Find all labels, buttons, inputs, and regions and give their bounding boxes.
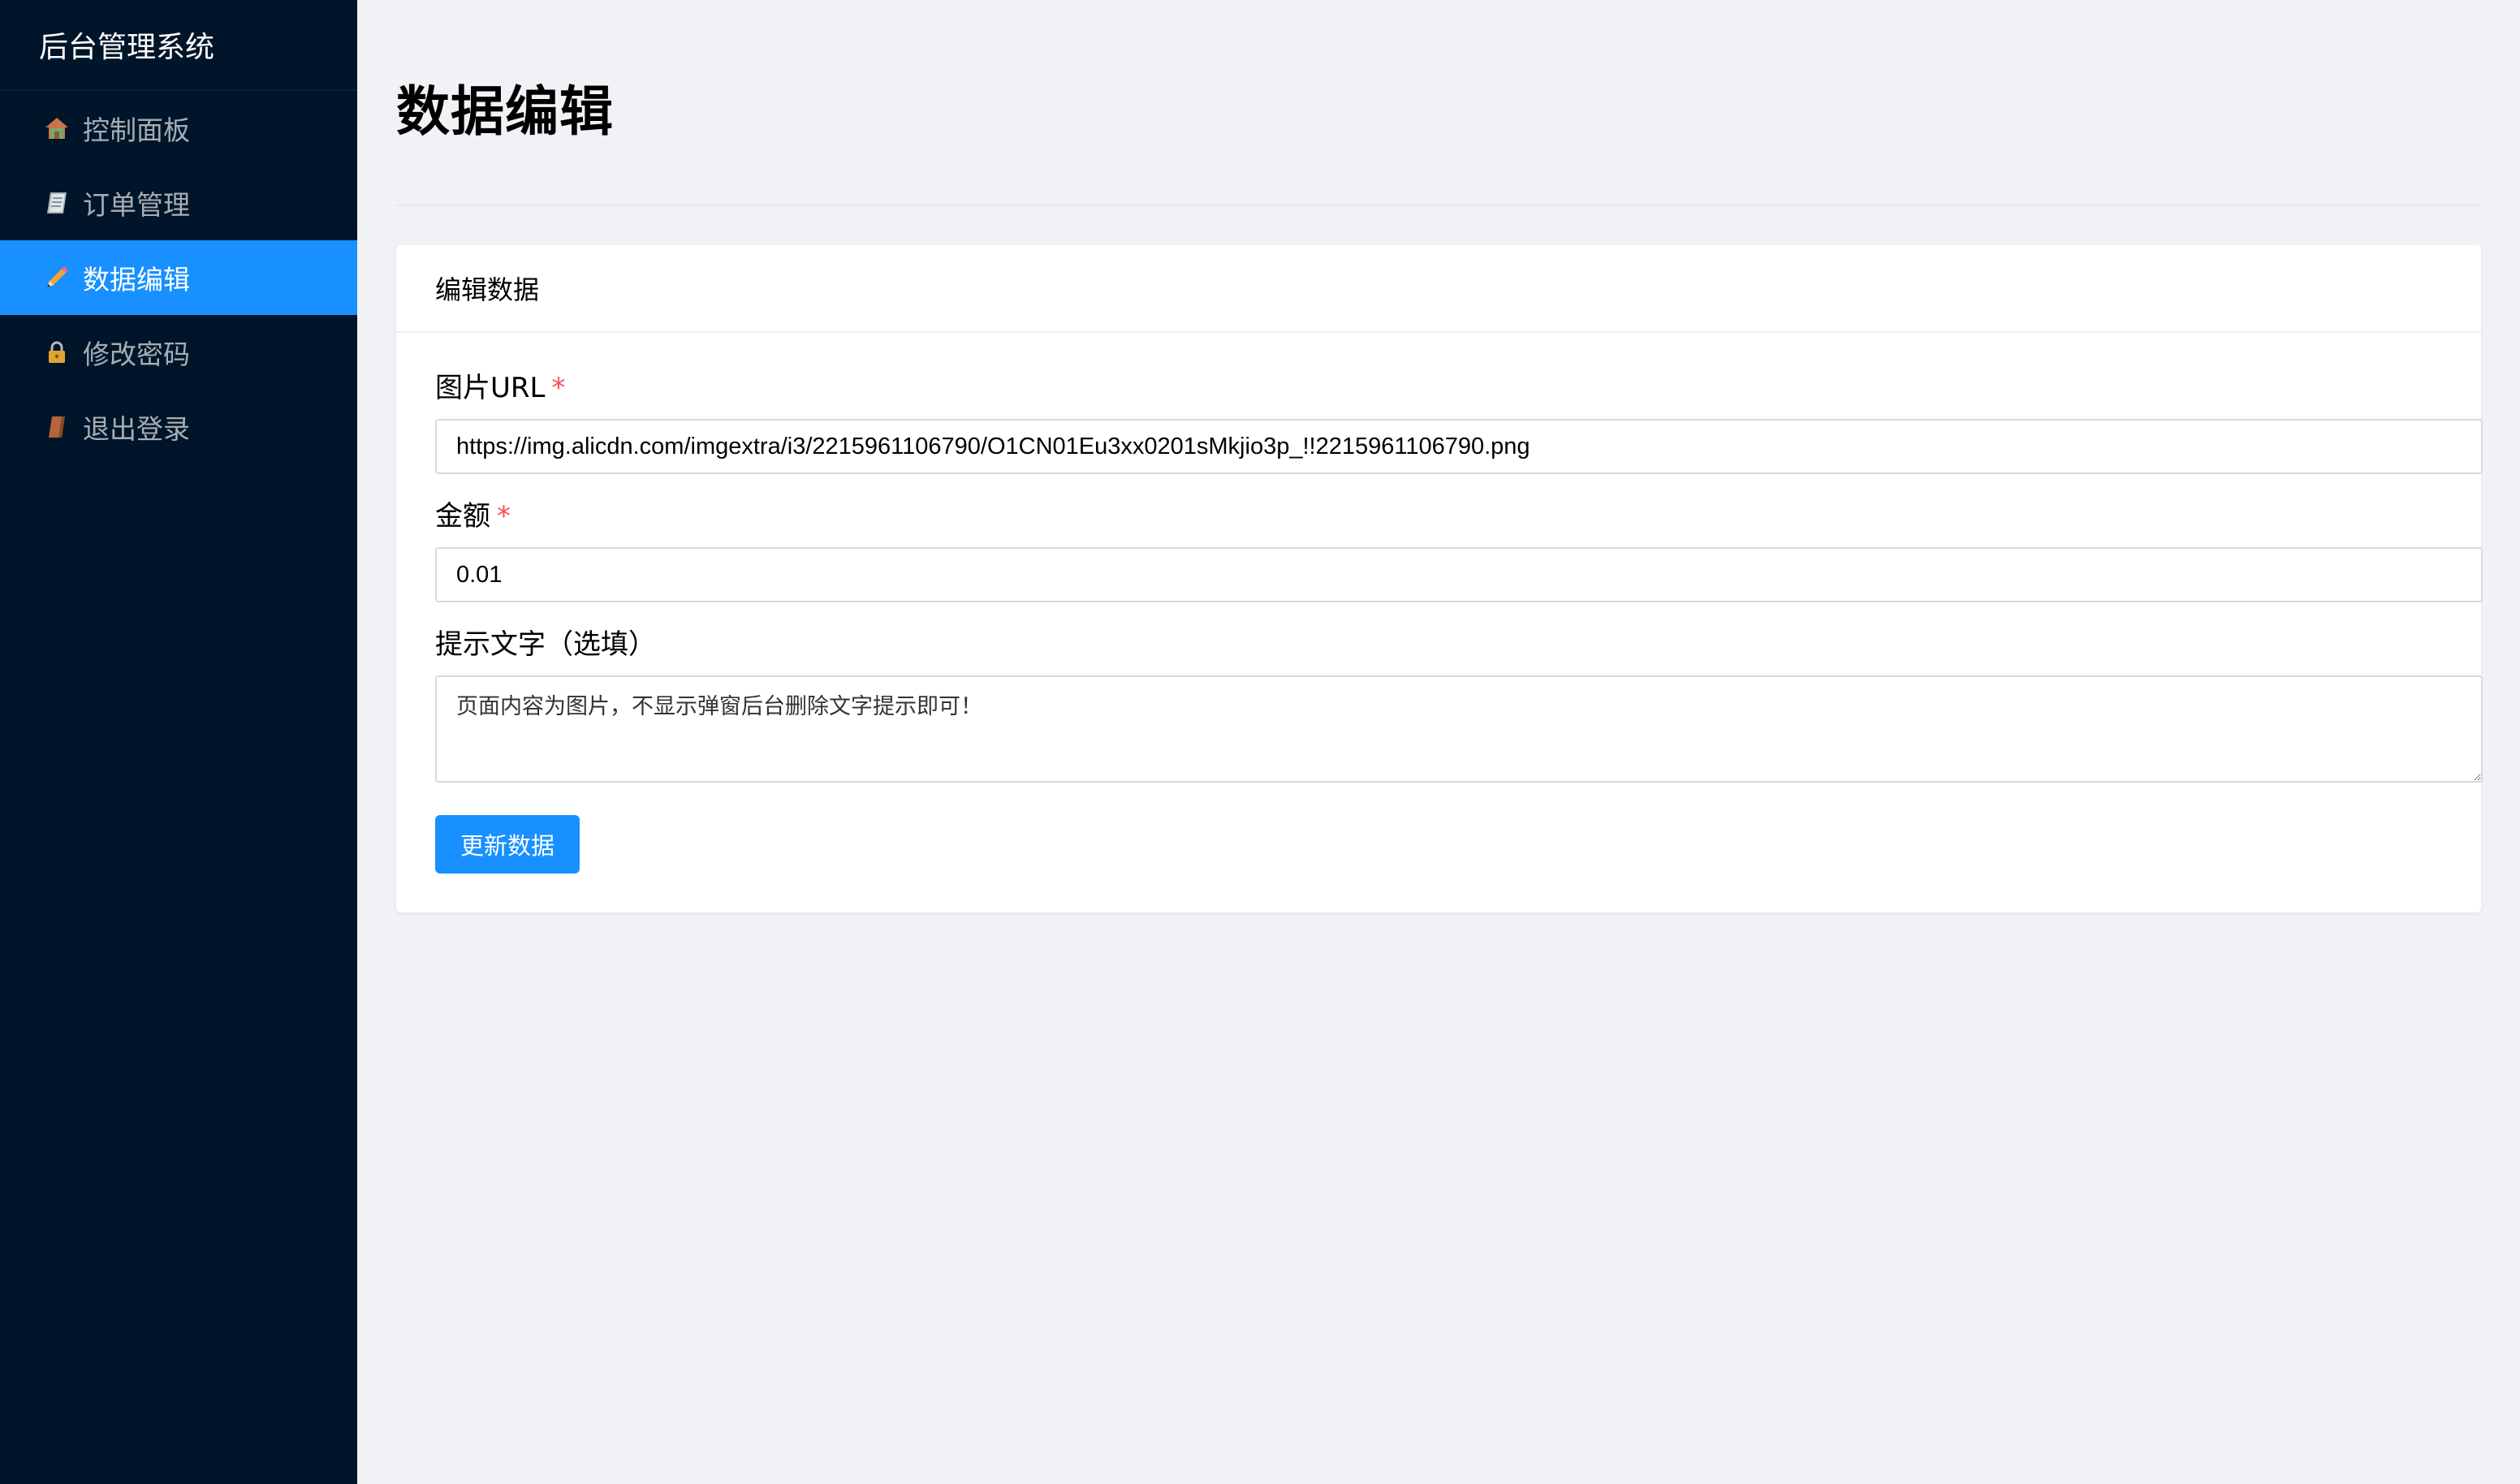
amount-label: 金额 * [435, 500, 511, 533]
notebook-icon [42, 188, 71, 218]
image-url-input[interactable] [435, 419, 2483, 474]
app-root: 后台管理系统 控制面板 订单管理 数据编辑 修改密码 退出登录 数据编辑 编辑数… [0, 0, 2520, 1484]
hint-text-textarea[interactable]: 页面内容为图片，不显示弹窗后台删除文字提示即可！ [435, 675, 2483, 783]
edit-card: 编辑数据 图片URL* 金额* 提示文字（选填） [396, 245, 2483, 912]
sidebar-item-label: 数据编辑 [83, 264, 190, 296]
hint-text-label: 提示文字（选填） [435, 628, 656, 661]
house-icon [42, 114, 71, 143]
sidebar-item-dashboard[interactable]: 控制面板 [0, 91, 357, 166]
image-url-field-group: 图片URL * [435, 370, 2483, 474]
required-mark: * [497, 500, 511, 533]
hint-text-field-group: 提示文字（选填） 页面内容为图片，不显示弹窗后台删除文字提示即可！ [435, 627, 2483, 783]
card-title: 编辑数据 [396, 245, 2481, 333]
sidebar-item-change-password[interactable]: 修改密码 [0, 315, 357, 390]
update-data-button[interactable]: 更新数据 [435, 815, 580, 874]
amount-field-group: 金额 * [435, 498, 2483, 602]
sidebar-item-data-edit[interactable]: 数据编辑 [0, 240, 357, 315]
book-icon [42, 412, 71, 442]
page-title: 数据编辑 [396, 80, 614, 143]
image-url-label: 图片URL * [435, 372, 566, 404]
pencil-icon [42, 263, 71, 292]
sidebar: 后台管理系统 控制面板 订单管理 数据编辑 修改密码 退出登录 [0, 0, 357, 1484]
sidebar-item-label: 退出登录 [83, 413, 190, 445]
app-title: 后台管理系统 [0, 0, 357, 91]
sidebar-item-orders[interactable]: 订单管理 [0, 166, 357, 240]
edit-form: 图片URL* 金额* 提示文字（选填） 页面内容为图片，不显示弹窗后台删除文字提… [396, 333, 2483, 912]
sidebar-item-label: 控制面板 [83, 114, 190, 146]
main-content: 数据编辑 编辑数据 图片URL* 金额* [357, 0, 2520, 1484]
sidebar-item-label: 订单管理 [83, 189, 190, 221]
lock-icon [42, 338, 71, 367]
title-divider [396, 205, 2481, 206]
sidebar-item-label: 修改密码 [83, 339, 190, 370]
required-mark: * [551, 372, 566, 404]
amount-input[interactable] [435, 547, 2483, 602]
sidebar-item-logout[interactable]: 退出登录 [0, 390, 357, 464]
